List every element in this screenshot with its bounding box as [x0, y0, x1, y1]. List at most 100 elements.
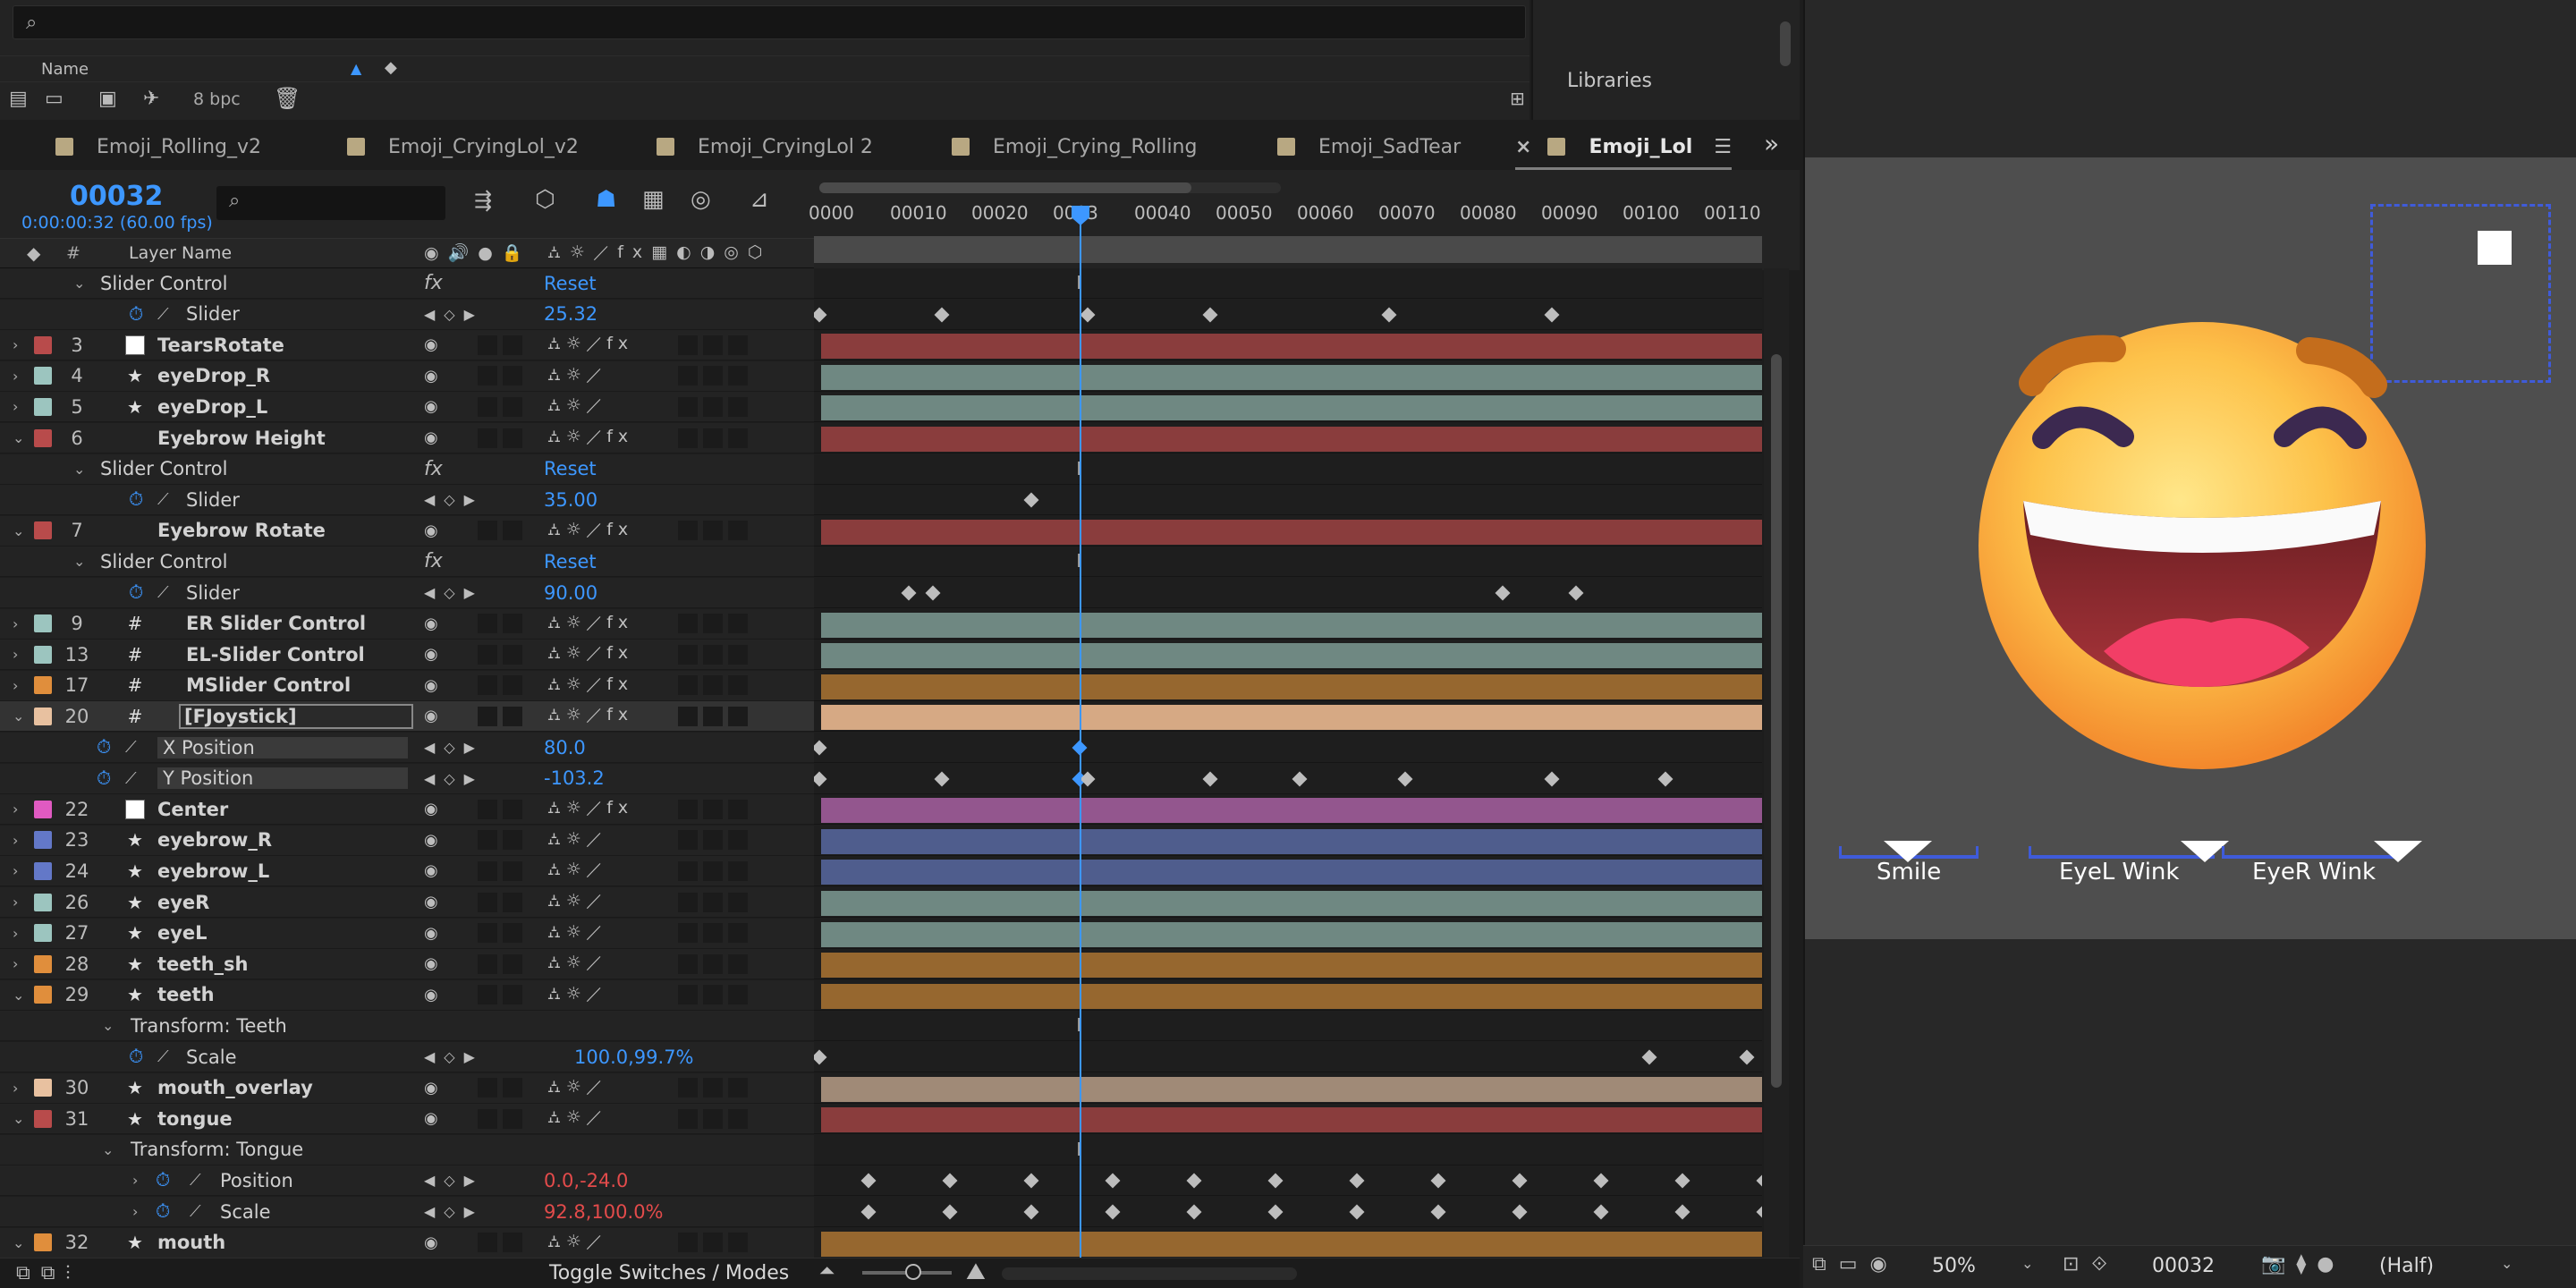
draft-3d-icon[interactable]: ⬡	[535, 186, 555, 213]
stopwatch-icon[interactable]: ⏱	[129, 488, 143, 511]
av-switch-boxes[interactable]	[478, 366, 522, 386]
property-row[interactable]: ⏱ ⟋ Slider ◀◇▶ 35.00	[0, 485, 814, 516]
layer-row[interactable]: › 3 TearsRotate ◉ ⛼☼⟋fx	[0, 330, 814, 361]
visibility-eye-icon[interactable]: ◉	[424, 645, 438, 664]
layer-duration-bar[interactable]	[821, 798, 1762, 824]
keyframe-icon[interactable]	[1105, 1173, 1121, 1189]
av-switch-boxes[interactable]	[478, 1078, 522, 1098]
layer-switches[interactable]: ⛼☼⟋	[547, 1232, 606, 1254]
visibility-eye-icon[interactable]: ◉	[424, 397, 438, 416]
mode-switch-boxes[interactable]	[678, 860, 748, 881]
visibility-eye-icon[interactable]: ◉	[424, 614, 438, 633]
av-switch-boxes[interactable]	[478, 396, 522, 417]
twirl-icon[interactable]: ⌄	[73, 461, 85, 478]
layer-switches[interactable]: ⛼☼⟋fx	[547, 427, 633, 449]
close-tab-icon[interactable]: ×	[1515, 136, 1531, 158]
reset-link[interactable]: Reset	[544, 273, 597, 294]
zoom-slider[interactable]	[862, 1264, 952, 1280]
keyframe-icon[interactable]	[1202, 307, 1218, 323]
mode-switch-boxes[interactable]	[678, 335, 748, 355]
layer-name[interactable]: [FJoystick]	[179, 703, 413, 729]
mode-switch-boxes[interactable]	[678, 892, 748, 912]
visibility-eye-icon[interactable]: ◉	[424, 367, 438, 386]
av-switch-boxes[interactable]	[478, 892, 522, 912]
layer-row[interactable]: › 27 ★ eyeL ◉ ⛼☼⟋	[0, 918, 814, 949]
layer-switches[interactable]: ⛼☼⟋	[547, 1077, 606, 1099]
snapshot-channel-icons[interactable]: 📷⧫●	[2261, 1253, 2344, 1275]
keyframe-icon[interactable]	[1023, 1204, 1039, 1220]
layer-switches[interactable]: ⛼☼⟋fx	[547, 674, 633, 697]
index-column-label[interactable]: #	[66, 243, 80, 263]
layer-row[interactable]: ⌄ 7 Eyebrow Rotate ◉ ⛼☼⟋fx	[0, 515, 814, 547]
av-switch-boxes[interactable]	[478, 1108, 522, 1129]
keyframe-icon[interactable]	[860, 1173, 877, 1189]
layer-duration-bar[interactable]	[821, 891, 1762, 916]
keyframe-navigator[interactable]: ◀◇▶	[424, 1172, 484, 1189]
av-features-icons[interactable]: ◉🔊●🔒	[424, 242, 531, 263]
twirl-icon[interactable]: ›	[13, 832, 18, 849]
label-color-swatch[interactable]	[34, 645, 52, 664]
label-color-swatch[interactable]	[34, 521, 52, 540]
keyframe-icon[interactable]	[1292, 771, 1308, 787]
layer-row[interactable]: › 24 ★ eyebrow_L ◉ ⛼☼⟋	[0, 856, 814, 887]
layer-name[interactable]: ER Slider Control	[186, 613, 366, 634]
layer-switches[interactable]: ⛼☼⟋fx	[547, 334, 633, 356]
keyframe-icon[interactable]	[925, 585, 941, 601]
keyframe-navigator[interactable]: ◀◇▶	[424, 770, 484, 787]
mode-switch-boxes[interactable]	[678, 521, 748, 541]
stopwatch-icon[interactable]: ⏱	[156, 1169, 170, 1191]
layer-row[interactable]: › 22 Center ◉ ⛼☼⟋fx	[0, 794, 814, 826]
layer-name[interactable]: eyeL	[157, 922, 208, 944]
keyframe-navigator[interactable]: ◀◇▶	[424, 1203, 484, 1220]
layer-duration-bar[interactable]	[821, 860, 1762, 886]
av-switch-boxes[interactable]	[478, 1233, 522, 1253]
layer-duration-bar[interactable]	[821, 612, 1762, 638]
layer-switches[interactable]: ⛼☼⟋fx	[547, 520, 633, 542]
layer-row[interactable]: ⌄ 6 Eyebrow Height ◉ ⛼☼⟋fx	[0, 423, 814, 453]
av-switch-boxes[interactable]	[478, 953, 522, 974]
current-time-display[interactable]: 00032	[70, 181, 163, 212]
av-switch-boxes[interactable]	[478, 335, 522, 355]
grid-mask-icons[interactable]: ⊡⟐	[2063, 1253, 2120, 1275]
reset-link[interactable]: Reset	[544, 551, 597, 572]
layer-row[interactable]: ⌄ 31 ★ tongue ◉ ⛼☼⟋	[0, 1104, 814, 1135]
zoom-slider-handle[interactable]	[905, 1264, 921, 1280]
twirl-icon[interactable]: ⌄	[13, 1110, 24, 1127]
hide-shy-layers-icon[interactable]: ☗	[596, 186, 616, 213]
graph-icon[interactable]: ⟋	[157, 583, 169, 602]
property-value[interactable]: 0.0,-24.0	[544, 1170, 628, 1191]
keyframe-icon[interactable]	[1657, 771, 1674, 787]
keyframe-icon[interactable]	[901, 585, 917, 601]
layer-switches[interactable]: ⛼☼⟋	[547, 829, 606, 852]
layer-name[interactable]: Center	[157, 799, 228, 820]
label-color-swatch[interactable]	[34, 986, 52, 1004]
zoom-in-icon[interactable]: ⛰	[966, 1258, 986, 1286]
layer-duration-bar[interactable]	[821, 705, 1762, 731]
reset-link[interactable]: Reset	[544, 458, 597, 479]
graph-icon[interactable]: ⟋	[190, 1202, 201, 1221]
mode-switch-boxes[interactable]	[678, 428, 748, 448]
visibility-eye-icon[interactable]: ◉	[424, 831, 438, 850]
mode-switch-boxes[interactable]	[678, 985, 748, 1005]
property-value[interactable]: 90.00	[544, 582, 597, 604]
av-switch-boxes[interactable]	[478, 428, 522, 448]
property-value[interactable]: 92.8,100.0%	[544, 1201, 664, 1223]
keyframe-icon[interactable]	[1105, 1204, 1121, 1220]
property-row[interactable]: ⌄ Transform: Teeth	[0, 1011, 814, 1042]
keyframe-icon[interactable]	[1544, 307, 1560, 323]
layer-name[interactable]: eyeDrop_L	[157, 396, 267, 418]
composition-canvas[interactable]: Smile EyeL Wink EyeR Wink	[1805, 157, 2576, 939]
panel-menu-icon[interactable]: ☰	[1714, 136, 1732, 158]
layer-duration-bar[interactable]	[821, 395, 1762, 421]
av-switch-boxes[interactable]	[478, 644, 522, 665]
project-search-input[interactable]: ⌕	[13, 5, 1526, 39]
keyframe-icon[interactable]	[1756, 1173, 1762, 1189]
layer-row[interactable]: ⌄ 29 ★ teeth ◉ ⛼☼⟋	[0, 979, 814, 1011]
keyframe-icon[interactable]	[1641, 1049, 1657, 1065]
property-row[interactable]: ⏱ ⟋ Slider ◀◇▶ 25.32	[0, 299, 814, 330]
new-comp-icon[interactable]: ▣	[98, 88, 117, 110]
keyframe-icon[interactable]	[1397, 771, 1413, 787]
label-color-swatch[interactable]	[34, 707, 52, 725]
twirl-icon[interactable]: ⌄	[13, 522, 24, 539]
work-area-navigator[interactable]	[819, 182, 1281, 193]
